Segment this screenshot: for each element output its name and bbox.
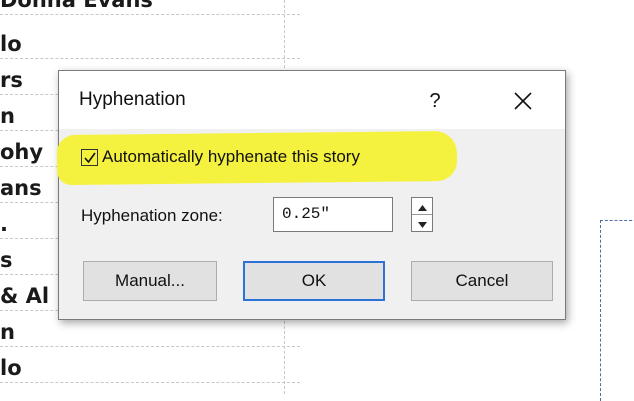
dialog-titlebar: Hyphenation ? — [59, 71, 565, 129]
text-frame-outline — [600, 220, 634, 401]
caret-up-icon — [417, 205, 427, 211]
checkmark-icon — [84, 152, 96, 163]
hyphenation-zone-input[interactable]: 0.25" — [273, 197, 393, 232]
auto-hyphenate-checkbox[interactable] — [81, 148, 98, 166]
hyphenation-dialog: Hyphenation ? Automatically hyphenate th… — [56, 70, 566, 320]
hyphenation-zone-label: Hyphenation zone: — [81, 206, 223, 225]
caret-down-icon — [417, 222, 427, 228]
spin-down-button[interactable] — [412, 215, 432, 231]
doc-text-line: lo — [0, 30, 300, 59]
doc-text-line: n — [0, 318, 300, 347]
spin-up-button[interactable] — [412, 198, 432, 215]
auto-hyphenate-row[interactable]: Automatically hyphenate this story — [81, 145, 360, 169]
dialog-title: Hyphenation — [79, 89, 186, 110]
manual-button[interactable]: Manual... — [83, 261, 217, 301]
cancel-button[interactable]: Cancel — [411, 261, 553, 301]
help-button[interactable]: ? — [415, 81, 455, 121]
auto-hyphenate-label[interactable]: Automatically hyphenate this story — [102, 147, 360, 167]
close-icon — [514, 92, 532, 110]
doc-text-line: Donna Evans — [0, 0, 300, 15]
close-button[interactable] — [503, 81, 543, 121]
hyphenation-zone-spinner[interactable] — [411, 197, 433, 232]
ok-button[interactable]: OK — [243, 261, 385, 301]
doc-text-line: lo — [0, 354, 300, 383]
